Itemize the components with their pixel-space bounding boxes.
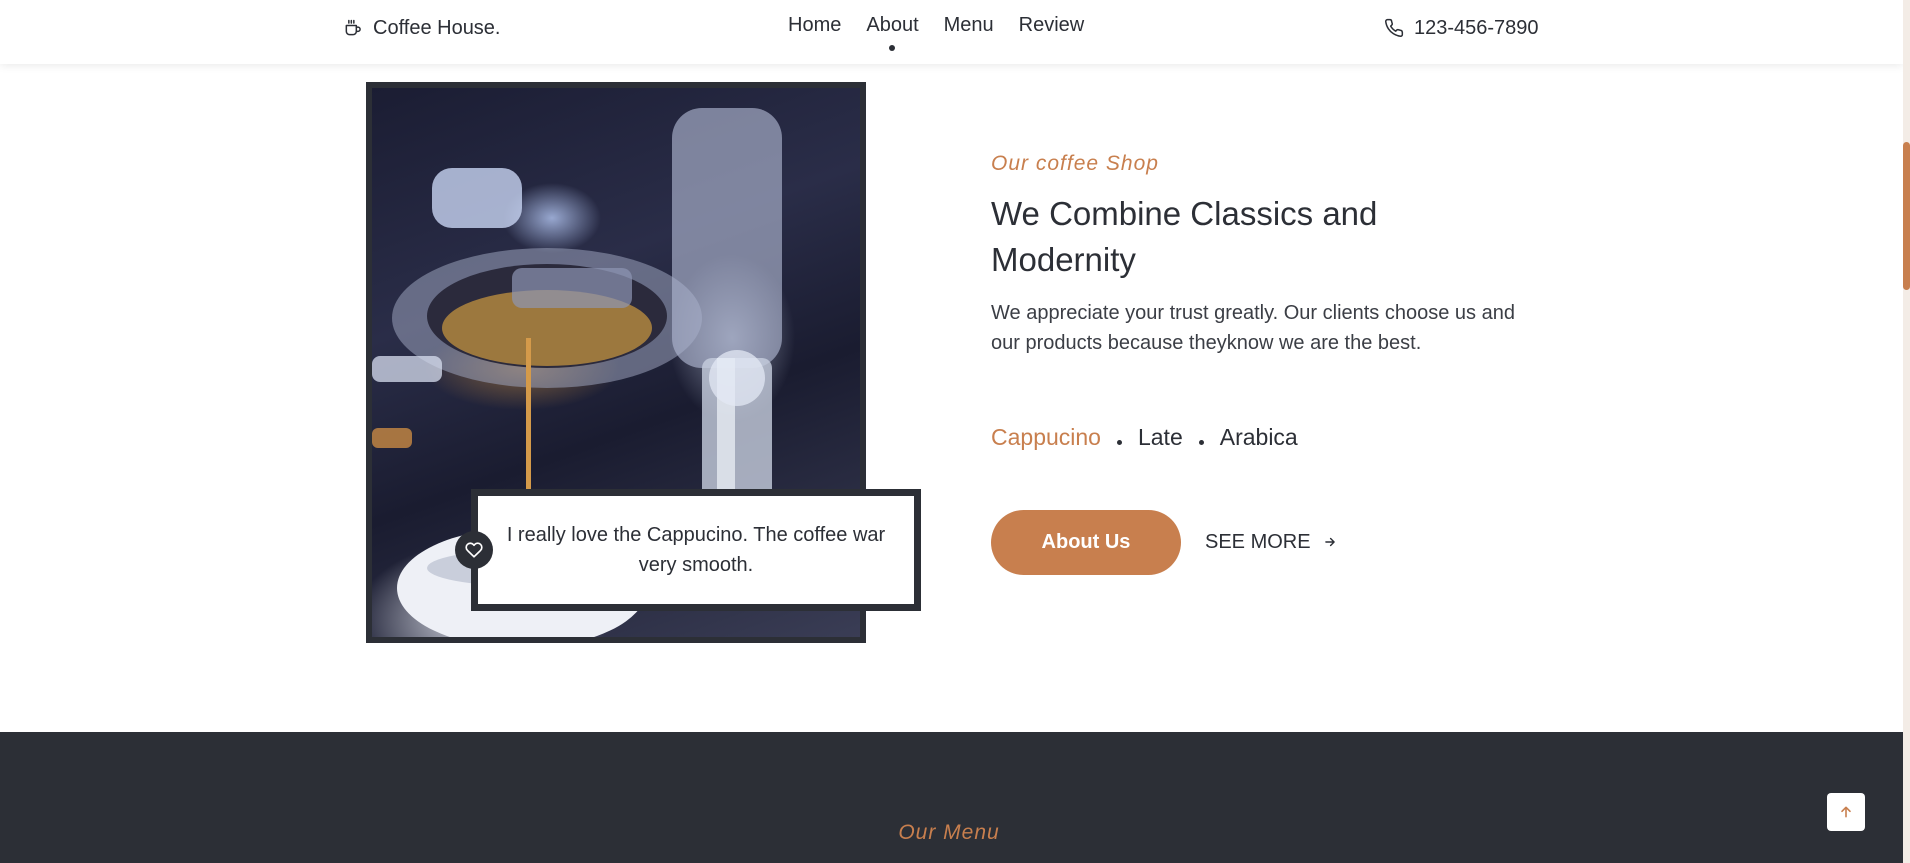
nav-review[interactable]: Review <box>1019 14 1085 42</box>
scrollbar-thumb[interactable] <box>1903 142 1910 290</box>
heart-icon <box>465 542 483 558</box>
tag-separator <box>1198 440 1204 445</box>
arrow-up-icon <box>1841 806 1851 818</box>
site-header: Coffee House. Home About Menu Review 123… <box>0 0 1903 64</box>
tag-arabica: Arabica <box>1219 424 1298 450</box>
scroll-to-top-button[interactable] <box>1827 793 1865 831</box>
arrow-right-icon <box>1324 537 1335 547</box>
see-more-link[interactable]: SEE MORE <box>1205 528 1337 556</box>
about-us-button[interactable]: About Us <box>991 510 1181 575</box>
main-nav: Home About Menu Review <box>788 14 1085 51</box>
section-description: We appreciate your trust greatly. Our cl… <box>991 302 1515 354</box>
tag-separator <box>1116 440 1122 445</box>
product-tags: Cappucino Late Arabica <box>991 424 1298 451</box>
see-more-label: SEE MORE <box>1205 530 1311 553</box>
page-scrollbar[interactable] <box>1903 0 1910 863</box>
section-heading: We Combine Classics and Modernity <box>991 195 1378 278</box>
nav-menu[interactable]: Menu <box>944 14 994 42</box>
nav-about[interactable]: About <box>866 14 919 51</box>
tag-late: Late <box>1137 424 1183 450</box>
brand-name: Coffee House. <box>373 16 501 39</box>
testimonial-quote: I really love the Cappucino. The coffee … <box>471 489 921 611</box>
coffee-cup-icon <box>345 19 361 36</box>
menu-kicker: Our Menu <box>898 821 1000 844</box>
phone-contact[interactable]: 123-456-7890 <box>1384 14 1539 42</box>
section-kicker: Our coffee Shop <box>991 152 1159 175</box>
phone-icon <box>1385 18 1404 37</box>
tag-cappucino: Cappucino <box>991 424 1101 450</box>
heart-badge <box>455 531 493 569</box>
brand-logo[interactable]: Coffee House. <box>343 14 501 42</box>
nav-home[interactable]: Home <box>788 14 841 42</box>
testimonial-text: I really love the Cappucino. The coffee … <box>506 524 886 576</box>
phone-number: 123-456-7890 <box>1414 16 1539 39</box>
